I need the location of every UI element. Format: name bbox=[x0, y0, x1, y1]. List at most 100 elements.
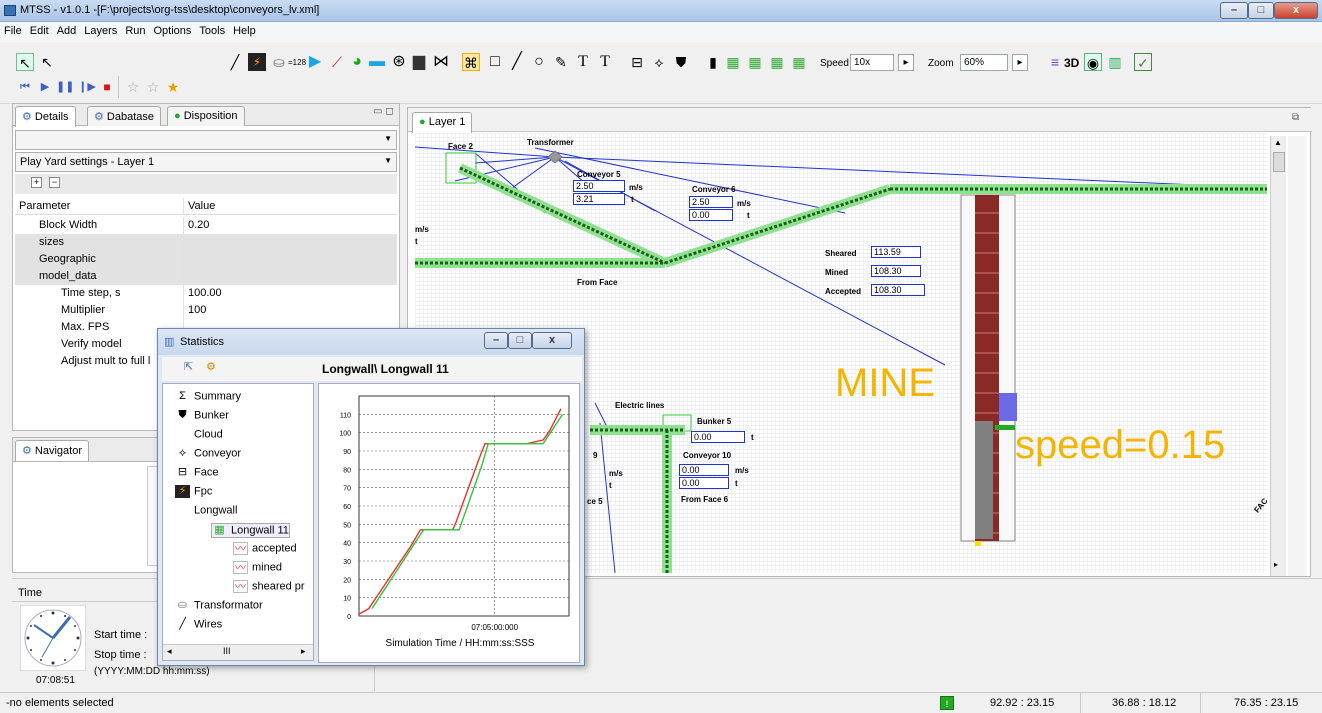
tab-layer-1[interactable]: ● Layer 1 bbox=[412, 112, 473, 133]
face-icon[interactable]: ⊟ bbox=[628, 53, 646, 71]
maximize-button[interactable]: □ bbox=[1248, 2, 1274, 19]
transformer-label[interactable]: Transformer bbox=[527, 138, 574, 147]
tree-item-transformator[interactable]: ⛀ Transformator bbox=[175, 599, 263, 612]
scroll-grip[interactable]: III bbox=[223, 646, 231, 656]
expand-all-icon[interactable]: + bbox=[31, 177, 42, 188]
tree-item-fpc[interactable]: ⚡ Fpc bbox=[175, 485, 212, 498]
line-draw-icon[interactable]: ╱ bbox=[508, 53, 526, 71]
bunker5-field[interactable]: 0.00 bbox=[691, 431, 745, 443]
image-tool-icon[interactable]: ⌘ bbox=[462, 53, 480, 71]
bunker-icon[interactable]: ⛊ bbox=[672, 53, 690, 71]
longwall-icon[interactable]: ▦ bbox=[724, 53, 742, 71]
column-icon[interactable]: ▮ bbox=[704, 53, 722, 71]
export-icon[interactable]: ⇱ bbox=[184, 360, 193, 373]
layers-3d-icon[interactable]: ≡ bbox=[1046, 53, 1064, 71]
value-cell[interactable]: 0.20 bbox=[183, 217, 397, 234]
c6-load-field[interactable]: 0.00 bbox=[689, 209, 733, 221]
mined-field[interactable]: 108.30 bbox=[871, 265, 921, 277]
tree-item-accepted[interactable]: 〰 accepted bbox=[233, 542, 297, 555]
zoom-dropdown-icon[interactable]: ▸ bbox=[1012, 54, 1028, 71]
table-row[interactable]: Block Width 0.20 bbox=[15, 217, 397, 234]
tab-details[interactable]: ⚙ Details bbox=[15, 106, 76, 127]
menu-file[interactable]: File bbox=[0, 22, 26, 37]
electric-lines-label[interactable]: Electric lines bbox=[615, 401, 664, 410]
vertical-scrollbar[interactable]: ▲ ▸ bbox=[1270, 136, 1286, 576]
longwall-icon-2[interactable]: ▦ bbox=[746, 53, 764, 71]
conveyor-icon[interactable]: ⟡ bbox=[650, 53, 668, 71]
conveyor6-label[interactable]: Conveyor 6 bbox=[692, 185, 736, 194]
value-cell[interactable]: 100.00 bbox=[183, 285, 397, 302]
tree-item-sheared[interactable]: 〰 sheared pr bbox=[233, 580, 305, 593]
water-icon[interactable]: ▬ bbox=[368, 53, 386, 71]
panel-minimize-icon[interactable]: ▭ ◻ bbox=[373, 106, 394, 117]
rect-tool-icon[interactable]: □ bbox=[486, 53, 504, 71]
tree-hscrollbar[interactable]: ◂ III ▸ bbox=[163, 644, 313, 660]
pan-tool-icon[interactable]: ↖ bbox=[38, 53, 56, 71]
table-row[interactable]: Multiplier 100 bbox=[15, 302, 397, 319]
from-face-label[interactable]: From Face bbox=[577, 278, 617, 287]
stop-icon[interactable]: ■ bbox=[98, 78, 116, 96]
tree-item-longwall[interactable]: Longwall bbox=[175, 504, 237, 517]
fpc-icon[interactable]: ⚡ bbox=[248, 53, 266, 71]
transformer-icon[interactable]: ⛀ bbox=[270, 53, 288, 71]
scroll-up-icon[interactable]: ▲ bbox=[1274, 138, 1282, 147]
star-filled-icon[interactable]: ★ bbox=[164, 78, 182, 96]
play-icon[interactable]: ▶ bbox=[36, 78, 54, 96]
star-empty-icon[interactable]: ☆ bbox=[124, 78, 142, 96]
menu-run[interactable]: Run bbox=[121, 22, 149, 37]
table-row[interactable]: sizes bbox=[15, 234, 397, 251]
c6-speed-field[interactable]: 2.50 bbox=[689, 196, 733, 208]
sheared-field[interactable]: 113.59 bbox=[871, 246, 921, 258]
conveyor10-label[interactable]: Conveyor 10 bbox=[683, 451, 731, 460]
stats-close-button[interactable]: x bbox=[532, 332, 572, 349]
settings-icon[interactable]: ⚙ bbox=[206, 360, 216, 373]
step-icon[interactable]: ❙▶ bbox=[78, 78, 96, 96]
settings-combo[interactable]: Play Yard settings - Layer 1 ▼ bbox=[15, 152, 397, 172]
timer-icon[interactable]: ◕ bbox=[348, 53, 366, 71]
speed-field[interactable]: 10x bbox=[850, 54, 894, 71]
table-row[interactable]: model_data bbox=[15, 268, 397, 285]
tree-item-wires[interactable]: ╱ Wires bbox=[175, 618, 222, 631]
tab-disposition[interactable]: ● Disposition bbox=[167, 106, 245, 126]
wire-tool-icon[interactable]: ⟋ bbox=[328, 53, 346, 71]
tree-item-face[interactable]: ⊟ Face bbox=[175, 466, 219, 479]
longwall-icon-4[interactable]: ▦ bbox=[790, 53, 808, 71]
menu-options[interactable]: Options bbox=[150, 22, 196, 37]
tree-item-conveyor[interactable]: ⟡ Conveyor bbox=[175, 447, 241, 460]
tree-item-mined[interactable]: 〰 mined bbox=[233, 561, 282, 574]
tab-navigator[interactable]: ⚙ Navigator bbox=[15, 440, 89, 461]
rewind-icon[interactable]: ⏮ bbox=[16, 78, 34, 96]
fan-icon[interactable]: ⊛ bbox=[390, 53, 408, 71]
star-empty-icon-2[interactable]: ☆ bbox=[144, 78, 162, 96]
tree-item-summary[interactable]: Σ Summary bbox=[175, 390, 241, 403]
select-tool-icon[interactable]: ↖ bbox=[16, 53, 34, 71]
pencil-tool-icon[interactable]: ✎ bbox=[552, 53, 570, 71]
minimize-button[interactable]: – bbox=[1220, 2, 1248, 19]
verify-check-icon[interactable]: ✓ bbox=[1134, 53, 1152, 71]
c5-speed-field[interactable]: 2.50 bbox=[573, 180, 625, 192]
statistics-icon[interactable]: ▥ bbox=[1106, 53, 1124, 71]
longwall-icon-3[interactable]: ▦ bbox=[768, 53, 786, 71]
face2-label[interactable]: Face 2 bbox=[448, 142, 473, 151]
scroll-right-icon[interactable]: ▸ bbox=[1274, 560, 1278, 569]
close-button[interactable]: x bbox=[1274, 2, 1318, 19]
block-icon[interactable]: ▆ bbox=[410, 53, 428, 71]
value-cell[interactable]: 100 bbox=[183, 302, 397, 319]
text-tool-2-icon[interactable]: T bbox=[596, 53, 614, 71]
tab-database[interactable]: ⚙ Dabatase bbox=[87, 106, 162, 126]
table-row[interactable]: Geographic bbox=[15, 251, 397, 268]
c5-load-field[interactable]: 3.21 bbox=[573, 193, 625, 205]
element-combo[interactable]: ▼ bbox=[15, 130, 397, 150]
c10-speed-field[interactable]: 0.00 bbox=[679, 464, 729, 476]
text-tool-icon[interactable]: T bbox=[574, 53, 592, 71]
table-row[interactable]: Time step, s 100.00 bbox=[15, 285, 397, 302]
stats-maximize-button[interactable]: □ bbox=[508, 332, 532, 349]
scroll-left-icon[interactable]: ◂ bbox=[167, 646, 172, 657]
line-tool-icon[interactable]: ╱ bbox=[226, 53, 244, 71]
from-face6-label[interactable]: From Face 6 bbox=[681, 495, 728, 504]
speed-dropdown-icon[interactable]: ▸ bbox=[898, 54, 914, 71]
ellipse-tool-icon[interactable]: ○ bbox=[530, 53, 548, 71]
collapse-all-icon[interactable]: − bbox=[49, 177, 60, 188]
accepted-field[interactable]: 108.30 bbox=[871, 284, 925, 296]
c10-load-field[interactable]: 0.00 bbox=[679, 477, 729, 489]
